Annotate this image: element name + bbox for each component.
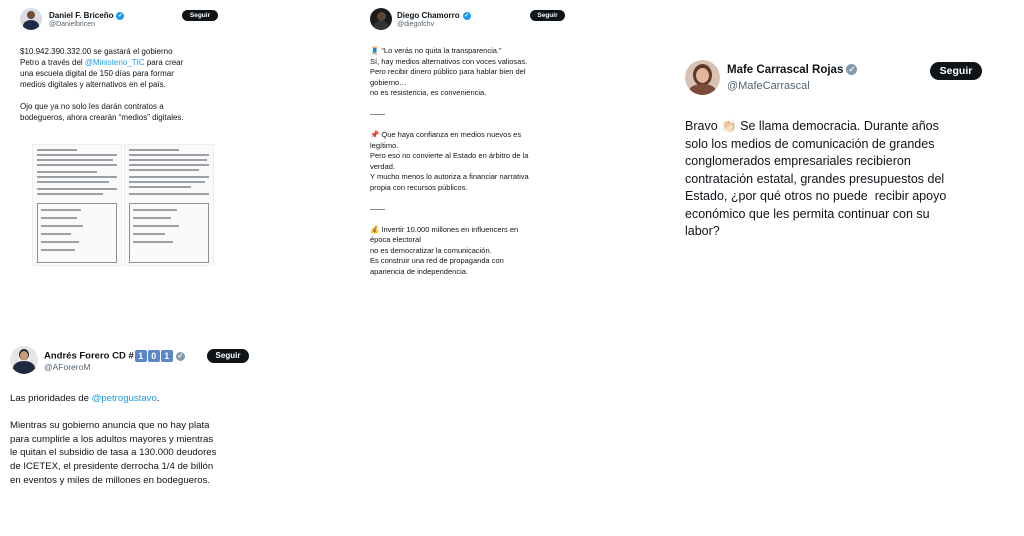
verified-badge-icon: ✓ — [116, 11, 125, 20]
author-name[interactable]: Daniel F. Briceño ✓ — [49, 11, 125, 20]
follow-button[interactable]: Seguir — [182, 10, 218, 21]
tweet-text: Bravo 👏🏻 Se llama democracia. Durante añ… — [685, 119, 947, 238]
avatar[interactable] — [685, 60, 720, 95]
author-name[interactable]: Diego Chamorro ✓ — [397, 11, 471, 20]
tweet-text: 🧵 “Lo verás no quita la transparencia.” … — [370, 46, 529, 276]
tweet-text: Las prioridades de @petrogustavo. Mientr… — [10, 393, 217, 486]
tweet-header: Daniel F. Briceño ✓ @Danielbricen Seguir — [20, 8, 220, 42]
follow-button[interactable]: Seguir — [207, 349, 249, 363]
badge-digit: 0 — [147, 350, 160, 362]
author-name[interactable]: Andrés Forero CD #1 0 1 ✓ — [44, 350, 185, 362]
avatar[interactable] — [370, 8, 392, 30]
tweet-andres: Andrés Forero CD #1 0 1 ✓ @AForeroM Seguir … — [10, 346, 270, 486]
author-handle[interactable]: @Danielbricen — [49, 21, 95, 28]
avatar[interactable] — [10, 346, 38, 374]
author-handle[interactable]: @diegofchv — [397, 21, 434, 28]
follow-button[interactable]: Seguir — [930, 62, 982, 80]
follow-button[interactable]: Seguir — [530, 10, 565, 21]
verified-badge-icon: ✓ — [846, 64, 858, 76]
avatar[interactable] — [20, 8, 42, 30]
document-image-1[interactable] — [32, 144, 122, 266]
verified-badge-icon: ✓ — [462, 11, 471, 20]
mention-link[interactable]: @Ministerio_TIC — [85, 58, 145, 67]
tweet-header: Diego Chamorro ✓ @diegofchv Seguir — [370, 8, 570, 42]
author-handle[interactable]: @AForeroM — [44, 362, 90, 372]
badge-digit: 1 — [160, 350, 173, 362]
verified-badge-icon: ✓ — [175, 351, 185, 361]
tweet-header: Andrés Forero CD #1 0 1 ✓ @AForeroM Seguir — [10, 346, 270, 380]
badge-digit: 1 — [134, 350, 147, 362]
tweet-text: $10.942.390.332.00 se gastará el gobiern… — [20, 47, 184, 122]
author-name[interactable]: Mafe Carrascal Rojas ✓ — [727, 64, 858, 76]
author-handle[interactable]: @MafeCarrascal — [727, 80, 810, 92]
tweet-header: Mafe Carrascal Rojas ✓ @MafeCarrascal Seg… — [685, 60, 985, 100]
mention-link[interactable]: @petrogustavo — [92, 393, 157, 404]
document-image-2[interactable] — [124, 144, 214, 266]
tweet-daniel: Daniel F. Briceño ✓ @Danielbricen Seguir … — [20, 8, 220, 266]
tweet-diego: Diego Chamorro ✓ @diegofchv Seguir 🧵 “Lo … — [370, 8, 570, 276]
tweet-mafe: Mafe Carrascal Rojas ✓ @MafeCarrascal Seg… — [685, 60, 985, 238]
